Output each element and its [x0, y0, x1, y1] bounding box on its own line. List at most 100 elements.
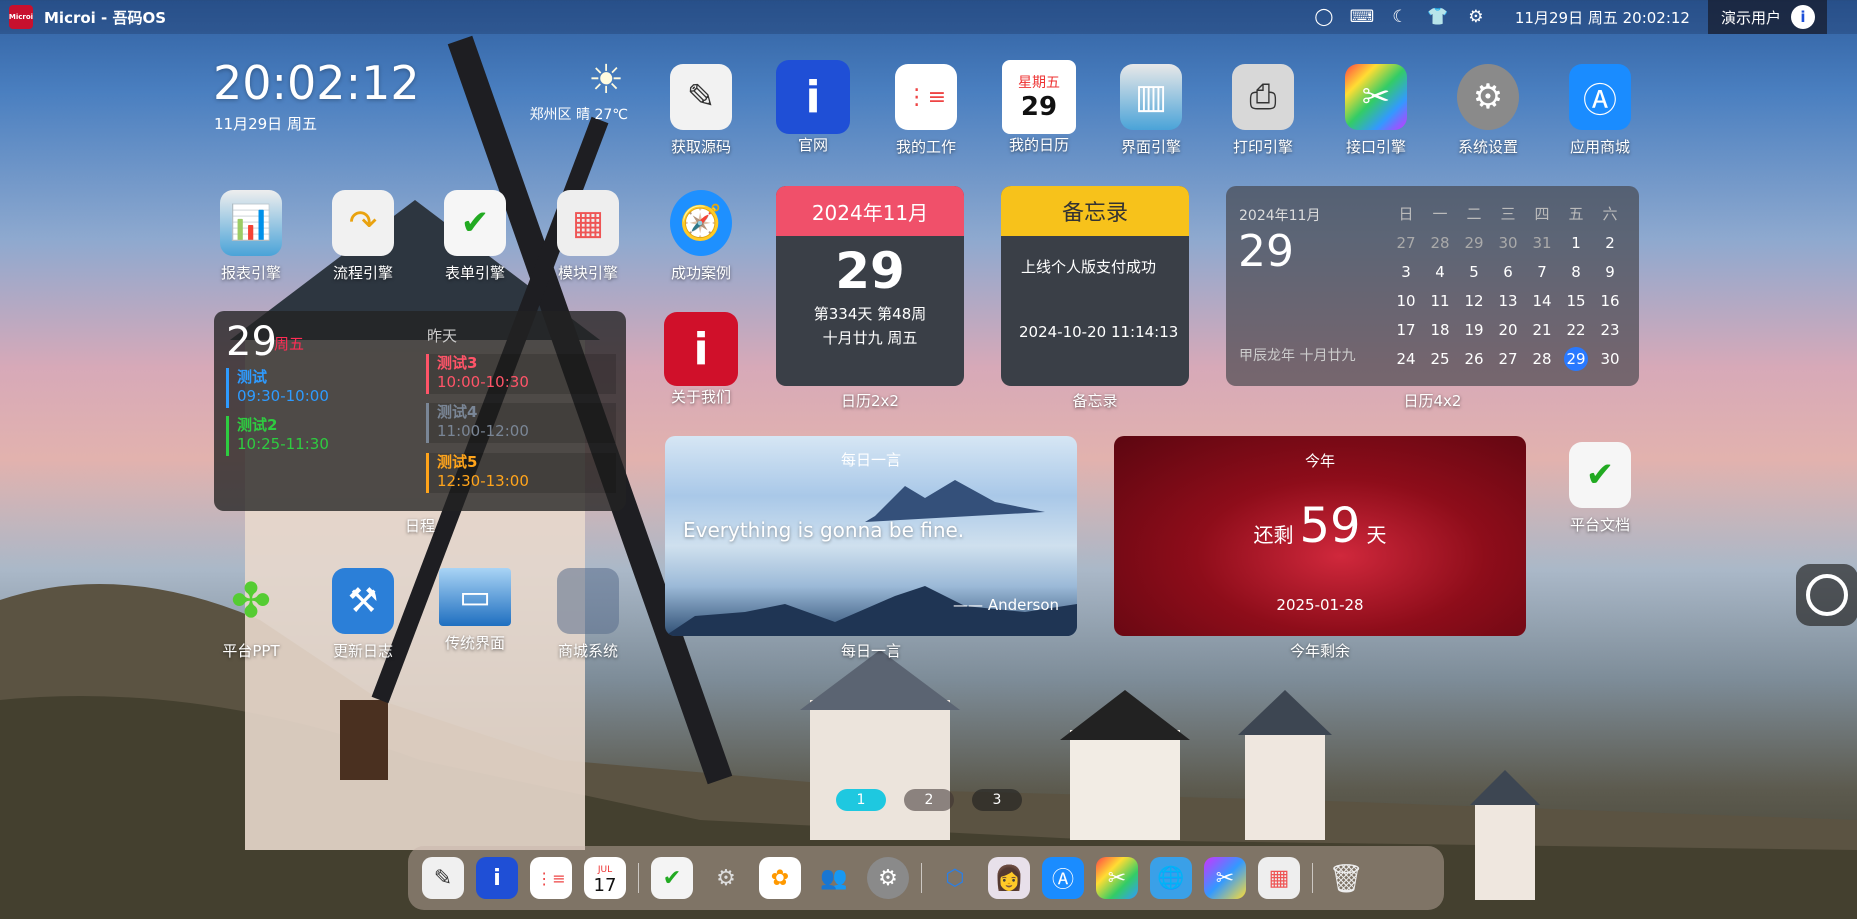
schedule-widget[interactable]: 29 周五 昨天 测试 09:30-10:00 测试2 10:25-11:30 测试…: [214, 311, 626, 511]
keyboard-icon[interactable]: ⌨: [1343, 0, 1381, 34]
icon-platform-ppt[interactable]: ✤ 平台PPT: [196, 568, 306, 661]
icon-app-store[interactable]: Ⓐ 应用商城: [1545, 64, 1655, 157]
icon-my-calendar[interactable]: 星期五 29 我的日历: [984, 60, 1094, 155]
icon-ui-engine[interactable]: ▥ 界面引擎: [1096, 64, 1206, 157]
page-3-button[interactable]: 3: [972, 789, 1022, 811]
gear-app-icon[interactable]: ⚙: [705, 857, 747, 899]
assistive-touch-button[interactable]: [1796, 564, 1857, 626]
icon-system-settings[interactable]: ⚙ 系统设置: [1433, 64, 1543, 157]
pen-app-icon[interactable]: ✎: [422, 857, 464, 899]
calendar-day[interactable]: 5: [1457, 258, 1491, 287]
calendar-day[interactable]: 12: [1457, 287, 1491, 316]
calendar-day[interactable]: 9: [1593, 258, 1627, 287]
form-doc-icon[interactable]: ✔: [651, 857, 693, 899]
calendar-day[interactable]: 21: [1525, 316, 1559, 345]
calendar-day[interactable]: 15: [1559, 287, 1593, 316]
memo-widget[interactable]: 备忘录 上线个人版支付成功 2024-10-20 11:14:13: [1001, 186, 1189, 386]
system-settings-icon[interactable]: ⚙: [867, 857, 909, 899]
calendar-day[interactable]: 29: [1559, 345, 1593, 374]
icon-print-engine[interactable]: ⎙ 打印引擎: [1208, 64, 1318, 157]
page-1-button[interactable]: 1: [836, 789, 886, 811]
calendar-day[interactable]: 27: [1491, 345, 1525, 374]
box-icon[interactable]: ⬡: [934, 857, 976, 899]
calendar-day[interactable]: 22: [1559, 316, 1593, 345]
schedule-yesterday: 昨天: [427, 327, 458, 345]
calendar-day[interactable]: 11: [1423, 287, 1457, 316]
calendar-icon: 星期五 29: [1002, 60, 1076, 134]
icon-get-source[interactable]: ✎ 获取源码: [646, 64, 756, 157]
calendar-day[interactable]: 8: [1559, 258, 1593, 287]
calendar-day[interactable]: 17: [1389, 316, 1423, 345]
microi-icon[interactable]: i: [476, 857, 518, 899]
icon-module-engine[interactable]: ▦ 模块引擎: [533, 190, 643, 283]
daily-quote-widget[interactable]: 每日一言 Everything is gonna be fine. —— And…: [665, 436, 1077, 636]
calendar-day[interactable]: 7: [1525, 258, 1559, 287]
calendar-day[interactable]: 31: [1525, 229, 1559, 258]
quote-title: 每日一言: [840, 451, 901, 469]
icon-flow-engine[interactable]: ↷ 流程引擎: [308, 190, 418, 283]
icon-platform-docs[interactable]: ✔ 平台文档: [1545, 442, 1655, 535]
reminders-icon[interactable]: ⋮≡: [530, 857, 572, 899]
calendar-day[interactable]: 26: [1457, 345, 1491, 374]
gear-icon[interactable]: ⚙: [1457, 0, 1495, 34]
calendar-day[interactable]: 2: [1593, 229, 1627, 258]
calendar-day[interactable]: 25: [1423, 345, 1457, 374]
schedule-event[interactable]: 测试5 12:30-13:00: [426, 453, 616, 493]
calendar-day[interactable]: 16: [1593, 287, 1627, 316]
pen-icon: ✎: [670, 64, 732, 130]
icon-mall-system[interactable]: 商城系统: [533, 568, 643, 661]
calendar-2x2-widget[interactable]: 2024年11月 29 第334天 第48周 十月廿九 周五: [776, 186, 964, 386]
tshirt-icon[interactable]: 👕: [1419, 0, 1457, 34]
calendar-day[interactable]: 10: [1389, 287, 1423, 316]
microi-logo[interactable]: Microi: [9, 5, 33, 29]
year-remaining-widget[interactable]: 今年 还剩 59 天 2025-01-28: [1114, 436, 1526, 636]
calendar-day[interactable]: 19: [1457, 316, 1491, 345]
icon-success-cases[interactable]: 🧭 成功案例: [646, 190, 756, 283]
calendar-day[interactable]: 20: [1491, 316, 1525, 345]
calendar-day[interactable]: 28: [1525, 345, 1559, 374]
users-icon[interactable]: 👥: [813, 857, 855, 899]
icon-my-work[interactable]: ⋮≡ 我的工作: [871, 64, 981, 157]
calendar-day[interactable]: 13: [1491, 287, 1525, 316]
calendar-day[interactable]: 29: [1457, 229, 1491, 258]
calendar-day[interactable]: 1: [1559, 229, 1593, 258]
schedule-event[interactable]: 测试2 10:25-11:30: [226, 416, 329, 456]
calendar-day[interactable]: 24: [1389, 345, 1423, 374]
avatar-girl-icon[interactable]: 👩: [988, 857, 1030, 899]
moon-icon[interactable]: ☾: [1381, 0, 1419, 34]
calendar-day[interactable]: 18: [1423, 316, 1457, 345]
icon-update-log[interactable]: ⚒ 更新日志: [308, 568, 418, 661]
icon-website[interactable]: i 官网: [758, 60, 868, 155]
year-remaining: 还剩 59 天: [1253, 498, 1387, 554]
calendar-day[interactable]: 14: [1525, 287, 1559, 316]
calendar-4x2-widget[interactable]: 2024年11月 29 甲辰龙年 十月廿九 日一二三四五六 27 28 29 30 31 1…: [1226, 186, 1639, 386]
photos-icon[interactable]: ✿: [759, 857, 801, 899]
calendar-day[interactable]: 30: [1491, 229, 1525, 258]
calendar-day[interactable]: 4: [1423, 258, 1457, 287]
calendar-icon[interactable]: JUL 17: [584, 857, 626, 899]
icon-about-us[interactable]: i 关于我们: [646, 312, 756, 407]
calendar-day[interactable]: 3: [1389, 258, 1423, 287]
module-grid-icon[interactable]: ▦: [1258, 857, 1300, 899]
calendar-day[interactable]: 6: [1491, 258, 1525, 287]
app-store-icon[interactable]: Ⓐ: [1042, 857, 1084, 899]
user-menu[interactable]: 演示用户 i: [1707, 0, 1827, 34]
color-tools-icon[interactable]: ✂: [1204, 857, 1246, 899]
globe-icon[interactable]: 🌐: [1150, 857, 1192, 899]
trash-icon[interactable]: 🗑: [1325, 857, 1367, 899]
schedule-event[interactable]: 测试4 11:00-12:00: [426, 403, 616, 443]
chat-icon[interactable]: ◯: [1305, 0, 1343, 34]
calendar-day[interactable]: 23: [1593, 316, 1627, 345]
icon-form-engine[interactable]: ✔ 表单引擎: [420, 190, 530, 283]
icon-report-engine[interactable]: 📊 报表引擎: [196, 190, 306, 283]
api-tools-icon[interactable]: ✂: [1096, 857, 1138, 899]
schedule-event[interactable]: 测试 09:30-10:00: [226, 368, 329, 408]
calendar-day[interactable]: 30: [1593, 345, 1627, 374]
monitor-icon: ▭: [439, 568, 511, 626]
calendar-day[interactable]: 27: [1389, 229, 1423, 258]
schedule-event[interactable]: 测试3 10:00-10:30: [426, 354, 616, 394]
page-2-button[interactable]: 2: [904, 789, 954, 811]
icon-api-engine[interactable]: ✂ 接口引擎: [1321, 64, 1431, 157]
calendar-day[interactable]: 28: [1423, 229, 1457, 258]
icon-legacy-ui[interactable]: ▭ 传统界面: [420, 568, 530, 653]
